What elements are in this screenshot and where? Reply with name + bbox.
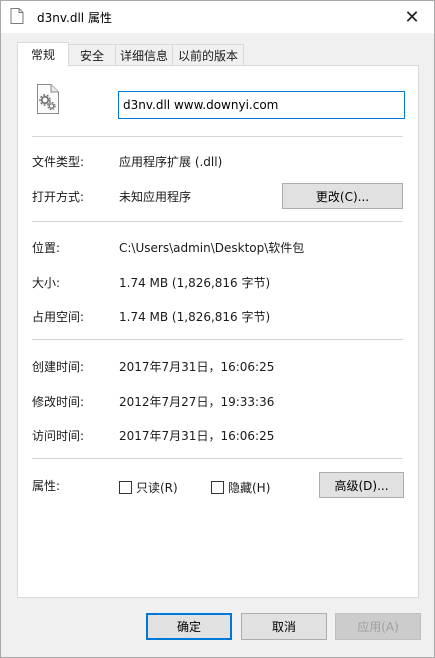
readonly-checkbox-box[interactable] (119, 481, 132, 494)
accessed-label: 访问时间: (32, 429, 85, 443)
attributes-label: 属性: (32, 479, 61, 493)
dll-file-icon (36, 84, 60, 114)
hidden-checkbox[interactable]: 隐藏(H) (211, 479, 270, 496)
file-type-label: 文件类型: (32, 155, 85, 169)
close-icon: ✕ (404, 6, 420, 28)
tab-label: 详细信息 (119, 49, 168, 63)
tab-label: 安全 (79, 49, 104, 63)
accessed-value: 2017年7月31日，16:06:25 (119, 429, 275, 443)
general-panel: 文件类型: 应用程序扩展 (.dll) 打开方式: 未知应用程序 更改(C)..… (17, 65, 419, 598)
title-bar[interactable]: d3nv.dll 属性 ✕ (1, 1, 434, 33)
window-title: d3nv.dll 属性 (37, 11, 112, 25)
readonly-checkbox[interactable]: 只读(R) (119, 479, 178, 496)
file-type-value: 应用程序扩展 (.dll) (119, 155, 223, 169)
tab-previous-versions[interactable]: 以前的版本 (172, 44, 244, 66)
advanced-button[interactable]: 高级(D)... (319, 472, 404, 498)
tab-label: 以前的版本 (177, 49, 238, 63)
modified-value: 2012年7月27日，19:33:36 (119, 395, 275, 409)
close-button[interactable]: ✕ (390, 1, 434, 33)
document-icon (10, 8, 24, 24)
ok-button[interactable]: 确定 (146, 613, 232, 640)
size-value: 1.74 MB (1,826,816 字节) (119, 276, 271, 290)
hidden-label: 隐藏(H) (228, 481, 271, 495)
change-button[interactable]: 更改(C)... (282, 183, 403, 209)
opens-with-value: 未知应用程序 (119, 190, 192, 204)
size-on-disk-label: 占用空间: (32, 310, 85, 324)
properties-dialog: d3nv.dll 属性 ✕ 常规 安全 详细信息 以前的版本 d3nv.dll … (0, 0, 435, 658)
location-value: C:\Users\admin\Desktop\软件包 (119, 241, 305, 255)
hidden-checkbox-box[interactable] (211, 481, 224, 494)
created-label: 创建时间: (32, 360, 85, 374)
size-label: 大小: (32, 276, 61, 290)
location-label: 位置: (32, 241, 61, 255)
divider (32, 221, 403, 222)
divider (32, 458, 403, 459)
created-value: 2017年7月31日，16:06:25 (119, 360, 275, 374)
apply-button[interactable]: 应用(A) (335, 613, 421, 640)
opens-with-label: 打开方式: (32, 190, 85, 204)
file-name-input[interactable] (118, 91, 405, 119)
cancel-button[interactable]: 取消 (241, 613, 327, 640)
modified-label: 修改时间: (32, 395, 85, 409)
readonly-label: 只读(R) (136, 481, 178, 495)
size-on-disk-value: 1.74 MB (1,826,816 字节) (119, 310, 271, 324)
tab-label: 常规 (30, 48, 55, 62)
tab-security[interactable]: 安全 (68, 44, 116, 66)
divider (32, 136, 403, 137)
tab-general[interactable]: 常规 (17, 42, 69, 67)
divider (32, 339, 403, 340)
tab-details[interactable]: 详细信息 (115, 44, 173, 66)
